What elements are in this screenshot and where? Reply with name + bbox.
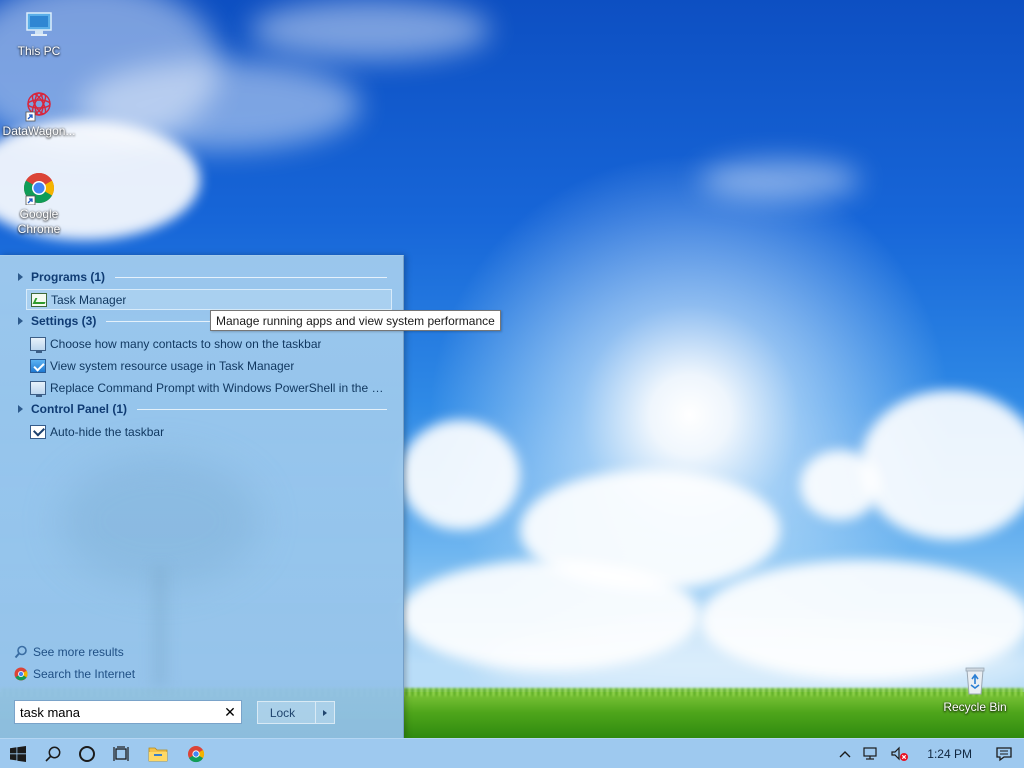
volume-muted-icon — [891, 746, 909, 761]
desktop-icon-label: Recycle Bin — [943, 700, 1007, 714]
start-menu-background-art — [152, 566, 168, 686]
chrome-icon — [188, 745, 205, 762]
desktop-icon-recycle-bin[interactable]: Recycle Bin — [937, 664, 1013, 715]
monitor-icon — [30, 380, 46, 397]
chevron-up-icon — [839, 751, 851, 758]
power-button-group: Lock — [257, 701, 335, 724]
power-options-arrow-icon[interactable] — [316, 702, 334, 723]
system-resource-icon — [30, 358, 46, 373]
cortana-button[interactable] — [70, 739, 104, 768]
expand-arrow-icon — [18, 317, 23, 325]
result-task-manager[interactable]: Task Manager — [26, 289, 392, 310]
search-internet-label: Search the Internet — [33, 667, 136, 681]
divider — [115, 276, 387, 278]
show-hidden-icons-button[interactable] — [833, 739, 857, 768]
start-search-input[interactable] — [15, 701, 219, 723]
clear-search-icon[interactable]: ✕ — [219, 704, 241, 721]
see-more-results-link[interactable]: See more results — [14, 645, 124, 659]
see-more-results-label: See more results — [33, 645, 124, 659]
notification-icon — [996, 747, 1012, 762]
taskbar: 1:24 PM — [0, 738, 1024, 768]
desktop-icon-label: Google Chrome — [17, 207, 61, 236]
search-button[interactable] — [36, 739, 70, 768]
expand-arrow-icon — [18, 273, 23, 281]
monitor-icon — [30, 336, 46, 353]
search-icon — [45, 746, 61, 762]
result-auto-hide-taskbar[interactable]: Auto-hide the taskbar — [26, 421, 392, 442]
result-label: Choose how many contacts to show on the … — [50, 336, 322, 351]
desktop-icon-label: This PC — [17, 44, 61, 58]
start-button[interactable] — [0, 739, 36, 768]
desktop-icon-label: DataWagon... — [2, 124, 76, 138]
chrome-icon — [22, 171, 56, 206]
datawagon-icon — [22, 88, 56, 122]
result-label: View system resource usage in Task Manag… — [50, 358, 295, 373]
task-view-icon — [113, 745, 129, 761]
lock-button[interactable]: Lock — [258, 702, 316, 723]
desktop-icon-this-pc[interactable]: This PC — [1, 8, 77, 59]
taskbar-settings-icon — [30, 424, 46, 439]
recycle-bin-icon — [958, 664, 992, 698]
action-center-button[interactable] — [984, 739, 1024, 768]
clock[interactable]: 1:24 PM — [915, 739, 984, 768]
group-header-label: Control Panel (1) — [31, 402, 128, 416]
result-replace-command-prompt[interactable]: Replace Command Prompt with Windows Powe… — [26, 377, 392, 398]
result-label: Task Manager — [51, 292, 127, 307]
result-label: Auto-hide the taskbar — [50, 424, 165, 439]
search-magnifier-icon — [14, 645, 28, 659]
file-explorer-icon — [148, 747, 168, 761]
network-status-button[interactable] — [857, 739, 885, 768]
file-explorer-button[interactable] — [138, 739, 178, 768]
tooltip: Manage running apps and view system perf… — [210, 310, 501, 331]
cortana-icon — [79, 745, 95, 762]
group-header-programs[interactable]: Programs (1) — [14, 267, 387, 287]
this-pc-icon — [22, 8, 56, 42]
chrome-taskbar-button[interactable] — [178, 739, 214, 768]
result-label: Replace Command Prompt with Windows Powe… — [50, 380, 392, 395]
group-header-label: Settings (3) — [31, 314, 97, 328]
divider — [137, 408, 387, 410]
expand-arrow-icon — [18, 405, 23, 413]
task-manager-icon — [31, 292, 47, 307]
group-header-label: Programs (1) — [31, 270, 106, 284]
chrome-icon — [14, 667, 28, 681]
group-header-control-panel[interactable]: Control Panel (1) — [14, 399, 387, 419]
desktop-icon-datawagon[interactable]: DataWagon... — [1, 88, 77, 139]
desktop-icon-google-chrome[interactable]: Google Chrome — [1, 171, 77, 237]
start-icon — [10, 745, 26, 762]
task-view-button[interactable] — [104, 739, 138, 768]
system-tray: 1:24 PM — [833, 739, 1024, 768]
network-icon — [863, 747, 877, 760]
result-taskbar-contacts[interactable]: Choose how many contacts to show on the … — [26, 333, 392, 354]
search-internet-link[interactable]: Search the Internet — [14, 667, 135, 681]
volume-button[interactable] — [885, 739, 915, 768]
start-search-box[interactable]: ✕ — [14, 700, 242, 724]
result-system-resource-usage[interactable]: View system resource usage in Task Manag… — [26, 355, 392, 376]
